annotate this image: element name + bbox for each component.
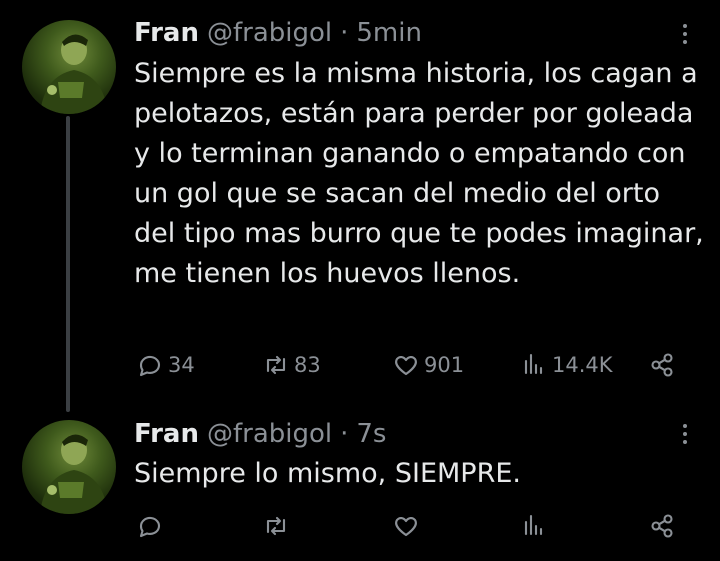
handle[interactable]: @frabigol bbox=[207, 419, 332, 449]
timestamp[interactable]: 5min bbox=[356, 18, 422, 48]
like-count: 901 bbox=[424, 353, 465, 377]
avatar[interactable] bbox=[22, 420, 116, 514]
like-button[interactable] bbox=[392, 511, 420, 541]
tweet-header: Fran @frabigol · 5min bbox=[134, 18, 422, 48]
more-dots-icon[interactable] bbox=[677, 20, 693, 48]
action-bar bbox=[0, 511, 720, 541]
share-icon bbox=[651, 353, 673, 377]
share-button[interactable] bbox=[648, 511, 676, 541]
tweet[interactable]: Fran @frabigol · 7s Siempre lo mismo, SI… bbox=[0, 410, 720, 561]
tweet-header: Fran @frabigol · 7s bbox=[134, 419, 386, 449]
retweet-icon bbox=[266, 355, 286, 375]
reply-icon bbox=[139, 516, 161, 538]
reply-count: 34 bbox=[168, 353, 195, 377]
more-dots-icon[interactable] bbox=[677, 420, 693, 448]
retweet-button[interactable] bbox=[262, 511, 290, 541]
share-button[interactable] bbox=[648, 350, 676, 380]
tweet-text: Siempre es la misma historia, los cagan … bbox=[134, 58, 704, 289]
retweet-button[interactable]: 83 bbox=[262, 350, 321, 380]
display-name[interactable]: Fran bbox=[134, 419, 199, 449]
tweet-text: Siempre lo mismo, SIEMPRE. bbox=[134, 458, 521, 489]
reply-button[interactable]: 34 bbox=[136, 350, 195, 380]
like-button[interactable]: 901 bbox=[392, 350, 464, 380]
reply-icon bbox=[139, 355, 161, 377]
retweet-icon bbox=[266, 516, 286, 536]
views-button[interactable]: 14.4K bbox=[520, 350, 613, 380]
reply-button[interactable] bbox=[136, 511, 164, 541]
tweet[interactable]: Fran @frabigol · 5min Siempre es la mism… bbox=[0, 0, 720, 412]
avatar[interactable] bbox=[22, 20, 116, 114]
views-chart-icon bbox=[524, 514, 543, 536]
handle[interactable]: @frabigol bbox=[207, 18, 332, 48]
views-count: 14.4K bbox=[552, 353, 613, 377]
time-separator: · bbox=[340, 18, 349, 48]
retweet-count: 83 bbox=[294, 353, 321, 377]
share-icon bbox=[651, 514, 673, 538]
display-name[interactable]: Fran bbox=[134, 18, 199, 48]
time-separator: · bbox=[340, 419, 349, 449]
heart-icon bbox=[395, 356, 417, 376]
action-bar: 34 83 901 14.4K bbox=[0, 350, 720, 380]
avatar-photo bbox=[40, 34, 108, 114]
avatar-photo bbox=[40, 434, 108, 514]
timestamp[interactable]: 7s bbox=[356, 419, 386, 449]
heart-icon bbox=[395, 517, 417, 537]
views-chart-icon bbox=[524, 353, 543, 375]
views-button[interactable] bbox=[520, 511, 548, 541]
